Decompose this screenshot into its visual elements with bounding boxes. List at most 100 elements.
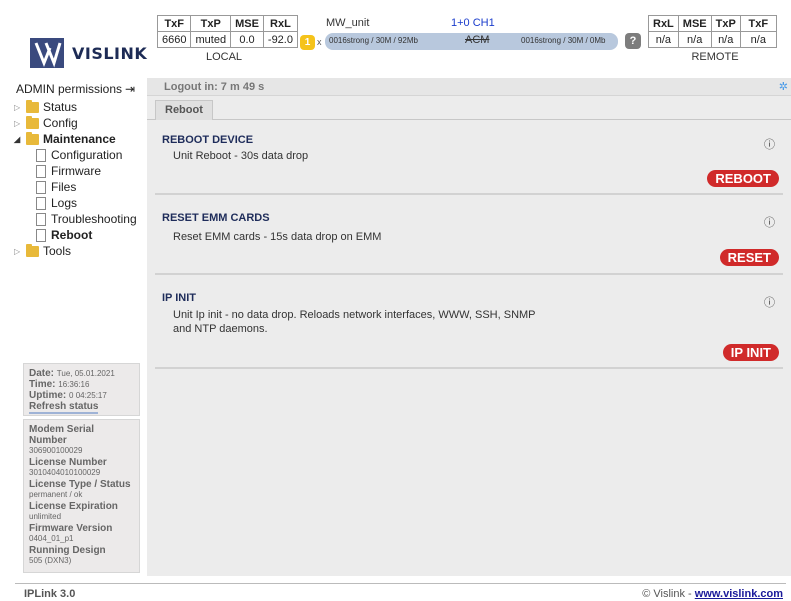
local-value-txp: muted bbox=[190, 31, 232, 48]
tab-reboot[interactable]: Reboot bbox=[155, 100, 213, 120]
document-icon bbox=[36, 228, 46, 242]
refresh-status-link[interactable]: Refresh status bbox=[29, 401, 99, 414]
tree-label-status: Status bbox=[43, 100, 78, 114]
folder-open-icon bbox=[26, 131, 39, 145]
expand-arrow-icon[interactable]: ▷ bbox=[14, 103, 26, 112]
mw-unit-label: MW_unit bbox=[326, 17, 370, 29]
section-title: RESET EMM CARDS bbox=[162, 212, 270, 224]
tree-item-reboot[interactable]: Reboot bbox=[14, 227, 137, 243]
vislink-website-link[interactable]: www.vislink.com bbox=[695, 588, 783, 600]
remote-header-mse: MSE bbox=[677, 15, 712, 32]
device-info-panel: Modem Serial Number 306900100029 License … bbox=[23, 419, 140, 573]
tree-label-config: Config bbox=[43, 116, 78, 130]
info-icon[interactable]: ⓘ bbox=[764, 294, 775, 310]
tab-divider bbox=[147, 119, 791, 120]
document-icon bbox=[36, 164, 46, 178]
tree-item-configuration[interactable]: Configuration bbox=[14, 147, 137, 163]
expand-arrow-icon[interactable]: ▷ bbox=[14, 119, 26, 128]
info-value: 505 (DXN3) bbox=[29, 556, 72, 565]
date-value: Tue, 05.01.2021 bbox=[56, 369, 115, 378]
mw-count-badge: 1 bbox=[300, 35, 315, 50]
help-icon[interactable]: ? bbox=[625, 33, 641, 49]
info-label: Modem Serial Number bbox=[29, 424, 95, 446]
section-title: IP INIT bbox=[162, 292, 197, 304]
info-icon[interactable]: ⓘ bbox=[764, 214, 775, 230]
local-value-rxl: -92.0 bbox=[262, 31, 298, 48]
tree-label-configuration: Configuration bbox=[51, 148, 123, 162]
local-value-txf: 6660 bbox=[156, 31, 192, 48]
mw-link-bar: 0016strong / 30M / 92Mb ACM 0016strong /… bbox=[325, 33, 618, 50]
local-header-mse: MSE bbox=[230, 15, 264, 32]
info-label: License Type / Status bbox=[29, 479, 131, 490]
logout-timer: Logout in: 7 m 49 s bbox=[164, 81, 265, 93]
admin-permissions: ADMIN permissions ⇥ bbox=[16, 82, 135, 96]
collapse-arrow-icon[interactable]: ◢ bbox=[14, 135, 26, 144]
time-value: 16:36:16 bbox=[58, 380, 90, 389]
local-header-rxl: RxL bbox=[262, 15, 298, 32]
nav-tree: ▷ Status ▷ Config ◢ Maintenance Configur… bbox=[14, 99, 137, 259]
remote-header-rxl: RxL bbox=[648, 15, 679, 32]
remote-value-txp: n/a bbox=[710, 31, 741, 48]
logout-icon[interactable]: ⇥ bbox=[125, 82, 135, 96]
info-value: 3010404010100029 bbox=[29, 468, 101, 477]
local-caption: LOCAL bbox=[205, 51, 243, 63]
tree-label-firmware: Firmware bbox=[51, 164, 101, 178]
tree-item-status[interactable]: ▷ Status bbox=[14, 99, 137, 115]
info-icon[interactable]: ⓘ bbox=[764, 136, 775, 152]
time-label: Time: bbox=[29, 379, 56, 390]
logout-bar: Logout in: 7 m 49 s ✲ bbox=[147, 78, 791, 96]
admin-label: ADMIN permissions bbox=[16, 82, 123, 96]
info-value: permanent / ok bbox=[29, 490, 83, 499]
document-icon bbox=[36, 180, 46, 194]
section-reset-emm-cards: RESET EMM CARDS Reset EMM cards - 15s da… bbox=[155, 197, 783, 275]
info-value: unlimited bbox=[29, 512, 62, 521]
footer-version: IPLink 3.0 bbox=[24, 588, 76, 600]
gear-icon[interactable]: ✲ bbox=[779, 80, 788, 93]
remote-stats-table: RxL MSE TxP TxF n/a n/a n/a n/a bbox=[648, 15, 777, 48]
tree-item-firmware[interactable]: Firmware bbox=[14, 163, 137, 179]
info-label: License Number bbox=[29, 457, 107, 468]
section-description: Unit Ip init - no data drop. Reloads net… bbox=[173, 309, 536, 335]
tree-label-files: Files bbox=[51, 180, 77, 194]
ip-init-button[interactable]: IP INIT bbox=[722, 344, 779, 361]
info-label: License Expiration bbox=[29, 501, 118, 512]
copyright-text: © Vislink - bbox=[642, 588, 695, 600]
mw-acm: ACM bbox=[465, 34, 490, 46]
local-value-mse: 0.0 bbox=[230, 31, 264, 48]
footer-copyright: © Vislink - www.vislink.com bbox=[642, 588, 783, 600]
vislink-mark-icon bbox=[30, 38, 64, 68]
tree-label-troubleshooting: Troubleshooting bbox=[51, 212, 137, 226]
info-value: 306900100029 bbox=[29, 446, 83, 455]
reset-button[interactable]: RESET bbox=[719, 249, 779, 266]
section-ip-init: IP INIT Unit Ip init - no data drop. Rel… bbox=[155, 277, 783, 369]
info-label: Firmware Version bbox=[29, 523, 113, 534]
tree-label-tools: Tools bbox=[43, 244, 72, 258]
tree-label-reboot: Reboot bbox=[51, 228, 93, 242]
tree-item-maintenance[interactable]: ◢ Maintenance bbox=[14, 131, 137, 147]
folder-icon bbox=[26, 243, 39, 257]
document-icon bbox=[36, 212, 46, 226]
tree-item-troubleshooting[interactable]: Troubleshooting bbox=[14, 211, 137, 227]
document-icon bbox=[36, 196, 46, 210]
remote-value-rxl: n/a bbox=[648, 31, 679, 48]
local-header-txf: TxF bbox=[156, 15, 192, 32]
local-stats-table: TxF TxP MSE RxL 6660 muted 0.0 -92.0 bbox=[156, 15, 298, 48]
section-description: Unit Reboot - 30s data drop bbox=[173, 150, 309, 162]
mw-channel[interactable]: 1+0 CH1 bbox=[451, 17, 495, 29]
date-label: Date: bbox=[29, 368, 55, 379]
tree-item-config[interactable]: ▷ Config bbox=[14, 115, 137, 131]
section-reboot-device: REBOOT DEVICE Unit Reboot - 30s data dro… bbox=[155, 124, 783, 195]
remote-header-txp: TxP bbox=[710, 15, 741, 32]
status-panel: Date: Tue, 05.01.2021 Time: 16:36:16 Upt… bbox=[23, 363, 140, 416]
tree-item-tools[interactable]: ▷ Tools bbox=[14, 243, 137, 259]
info-label: Running Design bbox=[29, 545, 106, 556]
document-icon bbox=[36, 148, 46, 162]
folder-icon bbox=[26, 99, 39, 113]
remote-header-txf: TxF bbox=[739, 15, 777, 32]
tree-item-files[interactable]: Files bbox=[14, 179, 137, 195]
local-header-txp: TxP bbox=[190, 15, 232, 32]
reboot-button[interactable]: REBOOT bbox=[707, 170, 779, 187]
tree-item-logs[interactable]: Logs bbox=[14, 195, 137, 211]
expand-arrow-icon[interactable]: ▷ bbox=[14, 247, 26, 256]
tree-label-logs: Logs bbox=[51, 196, 78, 210]
